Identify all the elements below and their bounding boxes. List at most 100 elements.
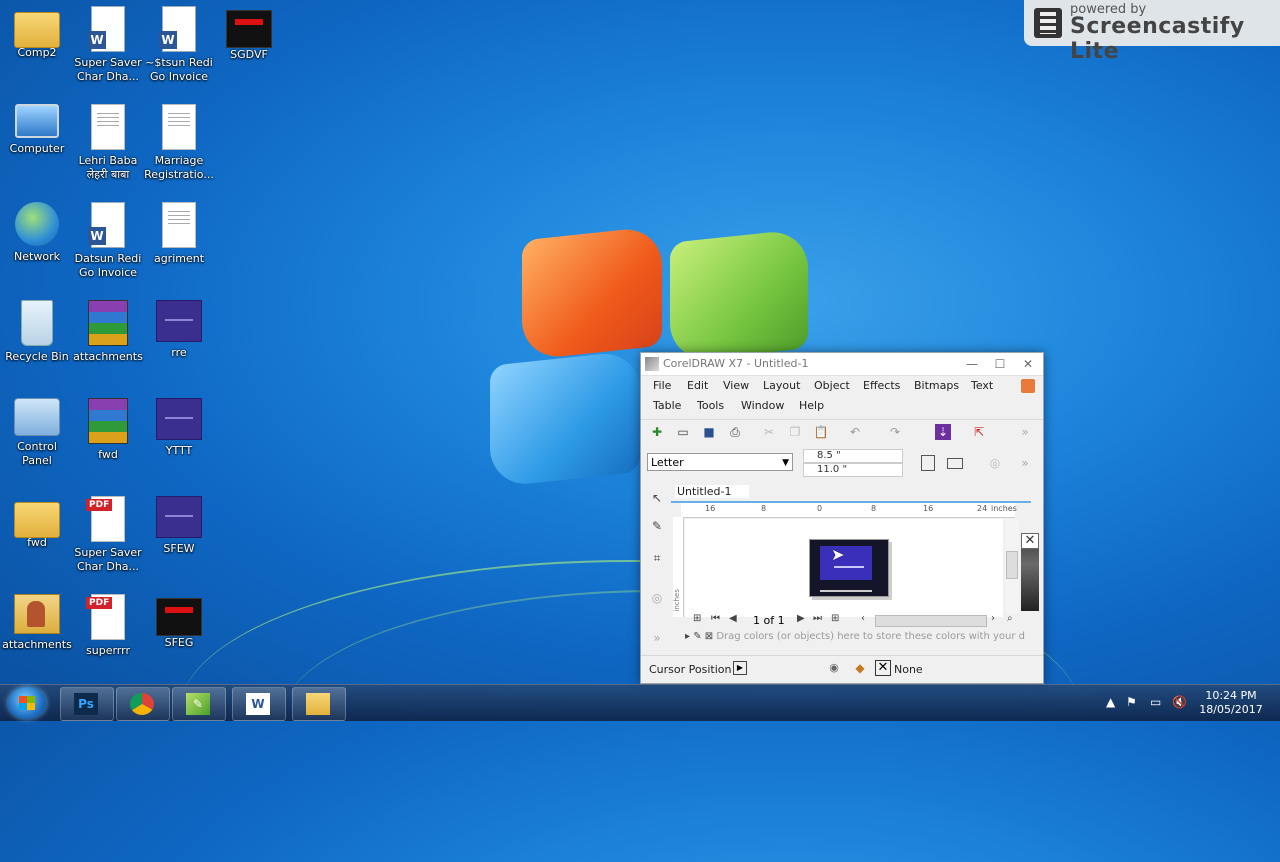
scroll-left-icon[interactable]: ‹	[861, 613, 865, 624]
copy-icon[interactable]: ❐	[787, 424, 803, 440]
action-center-flag-icon[interactable]: ⚑	[1126, 695, 1137, 709]
play-icon[interactable]: ▶	[733, 661, 747, 675]
desktop-icon[interactable]: Computer	[1, 104, 73, 156]
prev-page-icon[interactable]: ◀	[729, 613, 737, 624]
volume-muted-icon[interactable]: 🔇	[1172, 695, 1187, 709]
taskbar-chrome[interactable]	[116, 687, 170, 721]
next-page-icon[interactable]: ▶	[797, 613, 805, 624]
network-tray-icon[interactable]: ▭	[1150, 695, 1161, 709]
taskbar-word[interactable]: W	[232, 687, 286, 721]
fill-bucket-icon[interactable]: ◆	[853, 661, 867, 675]
no-fill-icon[interactable]: ✕	[875, 660, 891, 676]
crop-tool-icon[interactable]: ⌗	[648, 549, 666, 567]
desktop-icon[interactable]: Marriage Registratio...	[143, 104, 215, 182]
menu-file[interactable]: File	[653, 379, 671, 392]
scroll-right-icon[interactable]: ›	[991, 613, 995, 624]
paste-icon[interactable]: 📋	[813, 424, 829, 440]
more-tools-icon[interactable]: ◎	[648, 589, 666, 607]
taskbar-photoshop[interactable]: Ps	[60, 687, 114, 721]
object-details-icon[interactable]: ◉	[827, 661, 841, 675]
desktop-icon[interactable]: fwd	[72, 398, 144, 462]
overflow-chevron-icon[interactable]: »	[1017, 424, 1033, 440]
first-page-icon[interactable]: ⏮	[711, 613, 720, 624]
no-color-swatch[interactable]: ✕	[1021, 533, 1039, 549]
desktop-icon[interactable]: attachments	[1, 594, 73, 652]
taskbar-coreldraw[interactable]: ✎	[172, 687, 226, 721]
film-icon	[1034, 8, 1062, 38]
desktop-icon[interactable]: Lehri Baba लेहरी बाबा	[72, 104, 144, 182]
desktop-icon[interactable]: YTTT	[143, 398, 215, 458]
pick-tool-icon[interactable]: ↖	[648, 489, 666, 507]
page-size-select[interactable]: Letter ▼	[647, 453, 793, 471]
desktop-icon[interactable]: PDF superrrr	[72, 594, 144, 658]
desktop-icon[interactable]: agriment	[143, 202, 215, 266]
add-page-icon[interactable]: ⊞	[693, 613, 701, 624]
print-icon[interactable]: ⎙	[727, 424, 743, 440]
minimize-button[interactable]: —	[959, 353, 985, 375]
desktop-icon[interactable]: W Datsun Redi Go Invoice	[72, 202, 144, 280]
undo-icon[interactable]: ↶	[847, 424, 863, 440]
page-settings-icon[interactable]: ◎	[987, 455, 1003, 471]
desktop-icon[interactable]: Comp2	[1, 6, 73, 60]
cut-icon[interactable]: ✂	[761, 424, 777, 440]
desktop-icon[interactable]: rre	[143, 300, 215, 360]
redo-icon[interactable]: ↷	[887, 424, 903, 440]
menu-tools[interactable]: Tools	[697, 399, 724, 412]
zoom-icon[interactable]: ⌕	[1007, 613, 1013, 624]
show-hidden-icons-icon[interactable]: ▲	[1106, 695, 1115, 709]
desktop-icon[interactable]: W ~$tsun Redi Go Invoice	[143, 6, 215, 84]
add-page-end-icon[interactable]: ⊞	[831, 613, 839, 624]
menu-effects[interactable]: Effects	[863, 379, 900, 392]
artwork-rectangle[interactable]	[820, 546, 872, 580]
menu-bitmaps[interactable]: Bitmaps	[914, 379, 959, 392]
menu-view[interactable]: View	[723, 379, 749, 392]
property-bar: Letter ▼ 8.5 " 11.0 " ◎ »	[641, 449, 1043, 477]
desktop-icon[interactable]: SGDVF	[213, 6, 285, 62]
menu-text[interactable]: Text	[971, 379, 993, 392]
scroll-thumb[interactable]	[1006, 551, 1018, 579]
menu-object[interactable]: Object	[814, 379, 850, 392]
portrait-icon[interactable]	[921, 455, 935, 471]
user-icon[interactable]	[1021, 379, 1035, 393]
desktop-icon[interactable]: SFEW	[143, 496, 215, 556]
folder-user-icon	[14, 594, 60, 634]
menu-row-1: File Edit View Layout Object Effects Bit…	[641, 376, 1043, 396]
export-icon[interactable]: ⇱	[971, 424, 987, 440]
network-icon	[15, 202, 59, 246]
overflow-chevron-icon[interactable]: »	[1017, 455, 1033, 471]
palette-expand-icon[interactable]: ▸ ✎ ⊠	[685, 631, 713, 642]
standard-toolbar: ✚ ▭ ■ ⎙ ✂ ❐ 📋 ↶ ↷ ⇣ ⇱ »	[641, 419, 1043, 444]
landscape-icon[interactable]	[947, 458, 963, 469]
overflow-chevron-icon[interactable]: »	[648, 629, 666, 647]
desktop-icon[interactable]: fwd	[1, 496, 73, 550]
menu-edit[interactable]: Edit	[687, 379, 708, 392]
menu-window[interactable]: Window	[741, 399, 784, 412]
desktop-icon[interactable]: W Super Saver Char Dha...	[72, 6, 144, 84]
new-document-icon[interactable]: ✚	[649, 424, 665, 440]
save-icon[interactable]: ■	[701, 424, 717, 440]
drawing-page[interactable]	[809, 539, 889, 597]
maximize-button[interactable]: ☐	[987, 353, 1013, 375]
desktop-icon[interactable]: attachments	[72, 300, 144, 364]
desktop-icon[interactable]: Recycle Bin	[1, 300, 73, 364]
desktop-icon[interactable]: PDF Super Saver Char Dha...	[72, 496, 144, 574]
desktop-icon[interactable]: Control Panel	[1, 398, 73, 468]
vertical-scrollbar[interactable]	[1005, 519, 1019, 613]
drawing-canvas[interactable]: ➤	[685, 519, 1003, 617]
menu-table[interactable]: Table	[653, 399, 681, 412]
window-titlebar[interactable]: CorelDRAW X7 - Untitled-1 — ☐ ✕	[641, 353, 1043, 376]
shape-tool-icon[interactable]: ✎	[648, 517, 666, 535]
start-button[interactable]	[8, 687, 46, 719]
horizontal-scrollbar[interactable]	[875, 615, 987, 627]
open-folder-icon[interactable]: ▭	[675, 424, 691, 440]
menu-help[interactable]: Help	[799, 399, 824, 412]
import-icon[interactable]: ⇣	[935, 424, 951, 440]
document-tab[interactable]: Untitled-1	[671, 483, 1031, 503]
close-button[interactable]: ✕	[1015, 353, 1041, 375]
desktop-icon[interactable]: Network	[1, 202, 73, 264]
last-page-icon[interactable]: ⏭	[813, 613, 822, 624]
desktop-icon[interactable]: SFEG	[143, 594, 215, 650]
taskbar-explorer[interactable]	[292, 687, 346, 721]
menu-layout[interactable]: Layout	[763, 379, 800, 392]
system-clock[interactable]: 10:24 PM 18/05/2017	[1196, 689, 1266, 717]
